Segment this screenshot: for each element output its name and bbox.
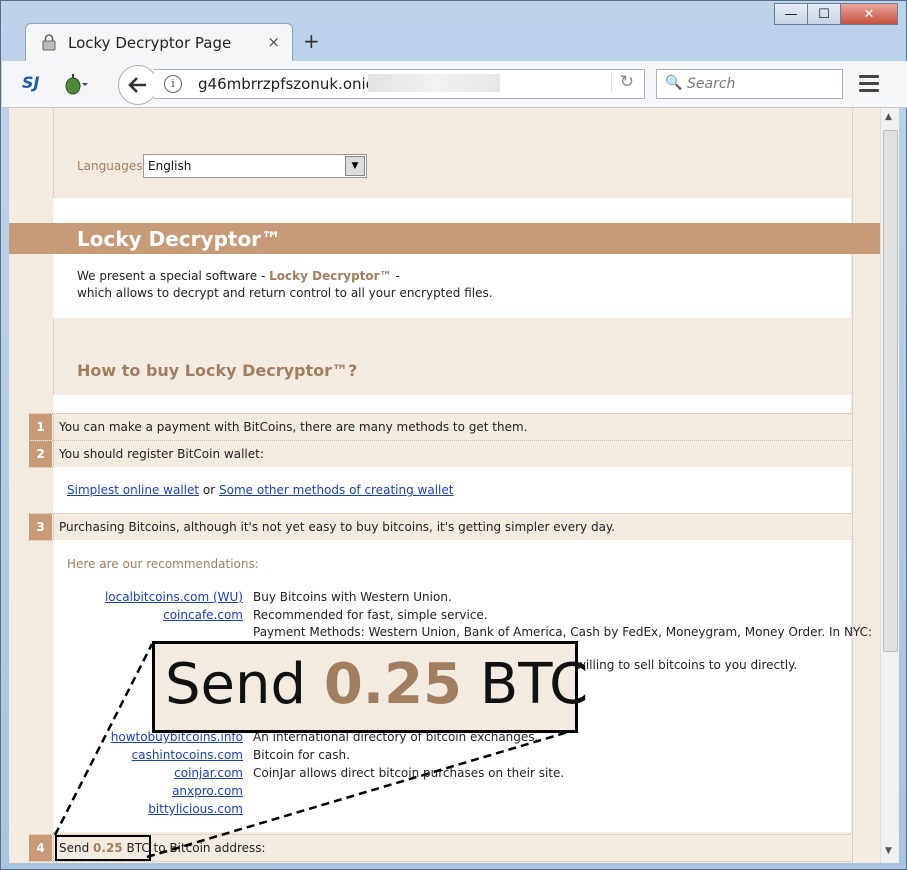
- redacted-url-area: [368, 74, 500, 92]
- scroll-up-icon[interactable]: ▲: [885, 112, 892, 122]
- zoom-text: Send 0.25 BTC: [165, 652, 589, 717]
- search-box[interactable]: 🔍 Search: [656, 69, 843, 99]
- url-text: g46mbrrzpfszonuk.onion/: [198, 75, 390, 93]
- back-arrow-icon: [128, 77, 146, 93]
- page-content: Languages: English ▼ Locky Decryptor™ We…: [9, 108, 880, 863]
- addon-logo-icon[interactable]: SJ: [22, 73, 39, 92]
- lock-icon: [42, 34, 56, 51]
- hamburger-menu-icon[interactable]: [856, 71, 882, 95]
- scroll-down-icon[interactable]: ▼: [885, 846, 892, 856]
- info-icon[interactable]: i: [164, 75, 182, 93]
- window-controls: — ☐ ✕: [774, 3, 898, 25]
- browser-window: — ☐ ✕ Locky Decryptor Page × + SJ i g46m…: [0, 0, 907, 870]
- new-tab-button[interactable]: +: [303, 29, 320, 53]
- browser-tab[interactable]: Locky Decryptor Page ×: [25, 23, 293, 62]
- back-button[interactable]: [118, 65, 158, 105]
- zoom-callout-lines: [53, 643, 576, 859]
- reload-icon[interactable]: ↻: [610, 72, 634, 92]
- url-bar[interactable]: i g46mbrrzpfszonuk.onion/ ↻: [154, 69, 645, 99]
- tab-title: Locky Decryptor Page: [68, 34, 232, 52]
- vertical-scrollbar[interactable]: ▲ ▼: [880, 108, 899, 863]
- search-icon: 🔍: [665, 75, 683, 91]
- search-placeholder: Search: [687, 76, 736, 92]
- minimize-button[interactable]: —: [774, 3, 808, 25]
- close-window-button[interactable]: ✕: [840, 3, 898, 25]
- maximize-button[interactable]: ☐: [807, 3, 841, 25]
- zoom-callout: Send 0.25 BTC: [152, 641, 588, 733]
- scrollbar-thumb[interactable]: [883, 130, 898, 652]
- navigation-toolbar: SJ i g46mbrrzpfszonuk.onion/ ↻ 🔍 Search: [2, 61, 907, 108]
- tab-close-icon[interactable]: ×: [267, 33, 280, 51]
- onion-addon-icon[interactable]: [64, 73, 88, 95]
